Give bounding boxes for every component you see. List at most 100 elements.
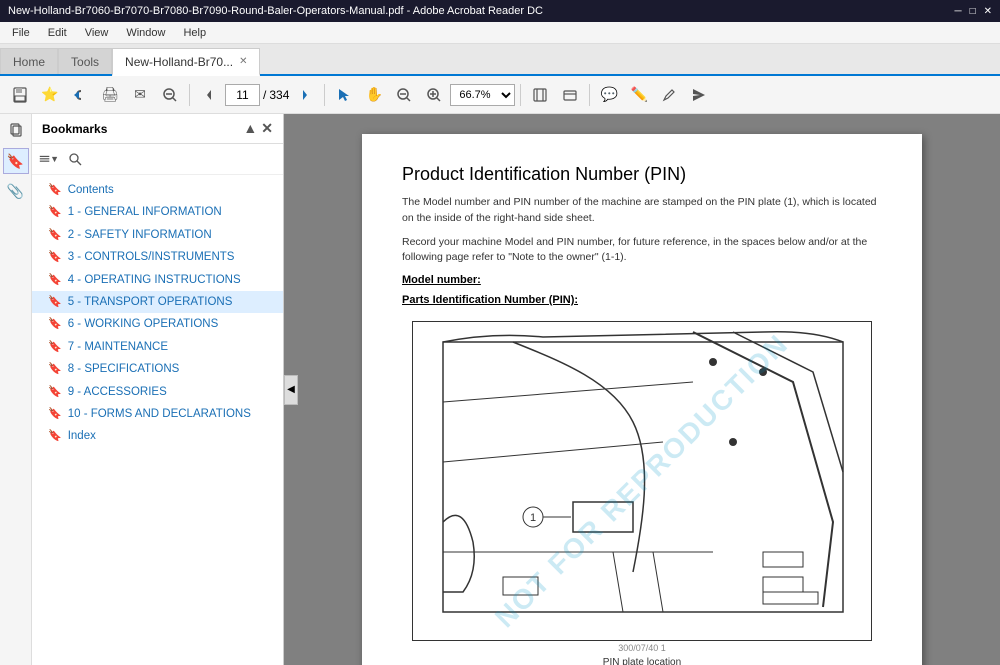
window-controls: ─ □ ✕ xyxy=(954,6,992,17)
select-tool-button[interactable] xyxy=(330,81,358,109)
separator-4 xyxy=(589,84,590,106)
bookmark-label: 9 - ACCESSORIES xyxy=(68,384,167,400)
bookmark-label: 4 - OPERATING INSTRUCTIONS xyxy=(68,272,241,288)
menu-view[interactable]: View xyxy=(77,25,117,41)
bookmark-icon: 🔖 xyxy=(48,362,62,377)
page-number-input[interactable] xyxy=(225,84,260,106)
minimize-btn[interactable]: ─ xyxy=(954,6,961,17)
email-button[interactable]: ✉ xyxy=(126,81,154,109)
tab-bar: Home Tools New-Holland-Br70... ✕ xyxy=(0,44,1000,76)
zoom-in-button[interactable] xyxy=(420,81,448,109)
bookmark-icon: 🔖 xyxy=(48,228,62,243)
comment-button[interactable]: 💬 xyxy=(595,81,623,109)
zoom-out-button[interactable] xyxy=(390,81,418,109)
bookmark-2[interactable]: 🔖 2 - SAFETY INFORMATION xyxy=(32,224,283,246)
bookmark-icon: 🔖 xyxy=(48,250,62,265)
tab-document[interactable]: New-Holland-Br70... ✕ xyxy=(112,48,260,76)
title-bar: New-Holland-Br7060-Br7070-Br7080-Br7090-… xyxy=(0,0,1000,22)
bookmark-label: 10 - FORMS AND DECLARATIONS xyxy=(68,406,251,422)
bookmark-contents[interactable]: 🔖 Contents xyxy=(32,179,283,201)
bookmark-1[interactable]: 🔖 1 - GENERAL INFORMATION xyxy=(32,201,283,223)
zoom-out-tool-button[interactable] xyxy=(156,81,184,109)
title-text: New-Holland-Br7060-Br7070-Br7080-Br7090-… xyxy=(8,5,543,17)
pdf-para2: Record your machine Model and PIN number… xyxy=(402,235,882,267)
pdf-container[interactable]: ◀ Product Identification Number (PIN) Th… xyxy=(284,114,1000,665)
zoom-select[interactable]: 66.7% 50% 75% 100% 125% 150% xyxy=(450,84,515,106)
tab-tools[interactable]: Tools xyxy=(58,48,112,74)
diagram-ref: 300/07/40 1 xyxy=(402,643,882,653)
menu-bar: File Edit View Window Help xyxy=(0,22,1000,44)
bookmark-10[interactable]: 🔖 10 - FORMS AND DECLARATIONS xyxy=(32,403,283,425)
bookmarks-panel-btn[interactable]: 🔖 xyxy=(3,148,29,174)
menu-file[interactable]: File xyxy=(4,25,38,41)
close-btn[interactable]: ✕ xyxy=(984,6,992,17)
draw-button[interactable] xyxy=(655,81,683,109)
bookmarks-list[interactable]: 🔖 Contents 🔖 1 - GENERAL INFORMATION 🔖 2… xyxy=(32,175,283,665)
bookmark-icon: 🔖 xyxy=(48,317,62,332)
tab-home[interactable]: Home xyxy=(0,48,58,74)
tab-close-icon[interactable]: ✕ xyxy=(239,56,247,67)
pdf-pin-label: Parts Identification Number (PIN): xyxy=(402,294,882,306)
separator-1 xyxy=(189,84,190,106)
pages-panel-btn[interactable] xyxy=(3,118,29,144)
bookmark-label: 5 - TRANSPORT OPERATIONS xyxy=(68,294,233,310)
pdf-page-title: Product Identification Number (PIN) xyxy=(402,164,882,185)
main-area: 🔖 📎 Bookmarks ▲ ✕ ▼ 🔖 Contents xyxy=(0,114,1000,665)
bookmark-add-button[interactable]: ⭐ xyxy=(36,81,64,109)
svg-text:1: 1 xyxy=(530,512,536,524)
bookmark-label: 6 - WORKING OPERATIONS xyxy=(68,316,219,332)
tab-home-label: Home xyxy=(13,55,45,69)
menu-edit[interactable]: Edit xyxy=(40,25,75,41)
bookmark-label: Index xyxy=(68,428,96,444)
pdf-page: Product Identification Number (PIN) The … xyxy=(362,134,922,665)
bookmark-index[interactable]: 🔖 Index xyxy=(32,425,283,447)
bookmark-4[interactable]: 🔖 4 - OPERATING INSTRUCTIONS xyxy=(32,269,283,291)
maximize-btn[interactable]: □ xyxy=(970,6,976,17)
prev-page-button[interactable] xyxy=(195,81,223,109)
sidebar-tools: ▼ xyxy=(32,144,283,175)
bookmark-label: 1 - GENERAL INFORMATION xyxy=(68,204,222,220)
next-page-button[interactable] xyxy=(291,81,319,109)
separator-3 xyxy=(520,84,521,106)
separator-2 xyxy=(324,84,325,106)
bookmark-label: 7 - MAINTENANCE xyxy=(68,339,168,355)
pdf-model-label: Model number: xyxy=(402,274,882,286)
bookmark-9[interactable]: 🔖 9 - ACCESSORIES xyxy=(32,381,283,403)
bookmark-icon: 🔖 xyxy=(48,407,62,422)
sidebar-options-btn[interactable]: ▼ xyxy=(38,148,60,170)
bookmark-label: 8 - SPECIFICATIONS xyxy=(68,361,180,377)
pdf-diagram: NOT FOR REPRODUCTION xyxy=(412,321,872,641)
sidebar-search-btn[interactable] xyxy=(64,148,86,170)
left-panel: 🔖 📎 xyxy=(0,114,32,665)
share-button[interactable] xyxy=(685,81,713,109)
bookmark-label: Contents xyxy=(68,182,114,198)
bookmark-6[interactable]: 🔖 6 - WORKING OPERATIONS xyxy=(32,313,283,335)
tab-tools-label: Tools xyxy=(71,55,99,69)
save-button[interactable] xyxy=(6,81,34,109)
full-screen-button[interactable] xyxy=(556,81,584,109)
menu-window[interactable]: Window xyxy=(118,25,173,41)
sidebar-scroll-up[interactable]: ▲ xyxy=(243,120,257,137)
diagram-caption: PIN plate location xyxy=(402,657,882,665)
print-button[interactable]: 🖨 xyxy=(96,81,124,109)
collapse-sidebar-btn[interactable]: ◀ xyxy=(284,375,298,405)
bookmark-icon: 🔖 xyxy=(48,295,62,310)
bookmark-5[interactable]: 🔖 5 - TRANSPORT OPERATIONS xyxy=(32,291,283,313)
tab-document-label: New-Holland-Br70... xyxy=(125,55,233,69)
fit-page-button[interactable] xyxy=(526,81,554,109)
bookmark-icon: 🔖 xyxy=(48,183,62,198)
menu-help[interactable]: Help xyxy=(175,25,214,41)
toolbar: ⭐ 🖨 ✉ / 334 ✋ 66.7% 50% 75% 100% 125% 15… xyxy=(0,76,1000,114)
attachments-panel-btn[interactable]: 📎 xyxy=(3,178,29,204)
page-sep: / xyxy=(263,88,266,102)
hand-tool-button[interactable]: ✋ xyxy=(360,81,388,109)
sidebar-close-btn[interactable]: ✕ xyxy=(261,120,273,137)
bookmark-3[interactable]: 🔖 3 - CONTROLS/INSTRUMENTS xyxy=(32,246,283,268)
sidebar-bookmarks: Bookmarks ▲ ✕ ▼ 🔖 Contents 🔖 1 - GENERAL xyxy=(32,114,284,665)
bookmark-icon: 🔖 xyxy=(48,340,62,355)
highlight-button[interactable]: ✏️ xyxy=(625,81,653,109)
bookmark-icon: 🔖 xyxy=(48,429,62,444)
back-button[interactable] xyxy=(66,81,94,109)
bookmark-8[interactable]: 🔖 8 - SPECIFICATIONS xyxy=(32,358,283,380)
bookmark-7[interactable]: 🔖 7 - MAINTENANCE xyxy=(32,336,283,358)
